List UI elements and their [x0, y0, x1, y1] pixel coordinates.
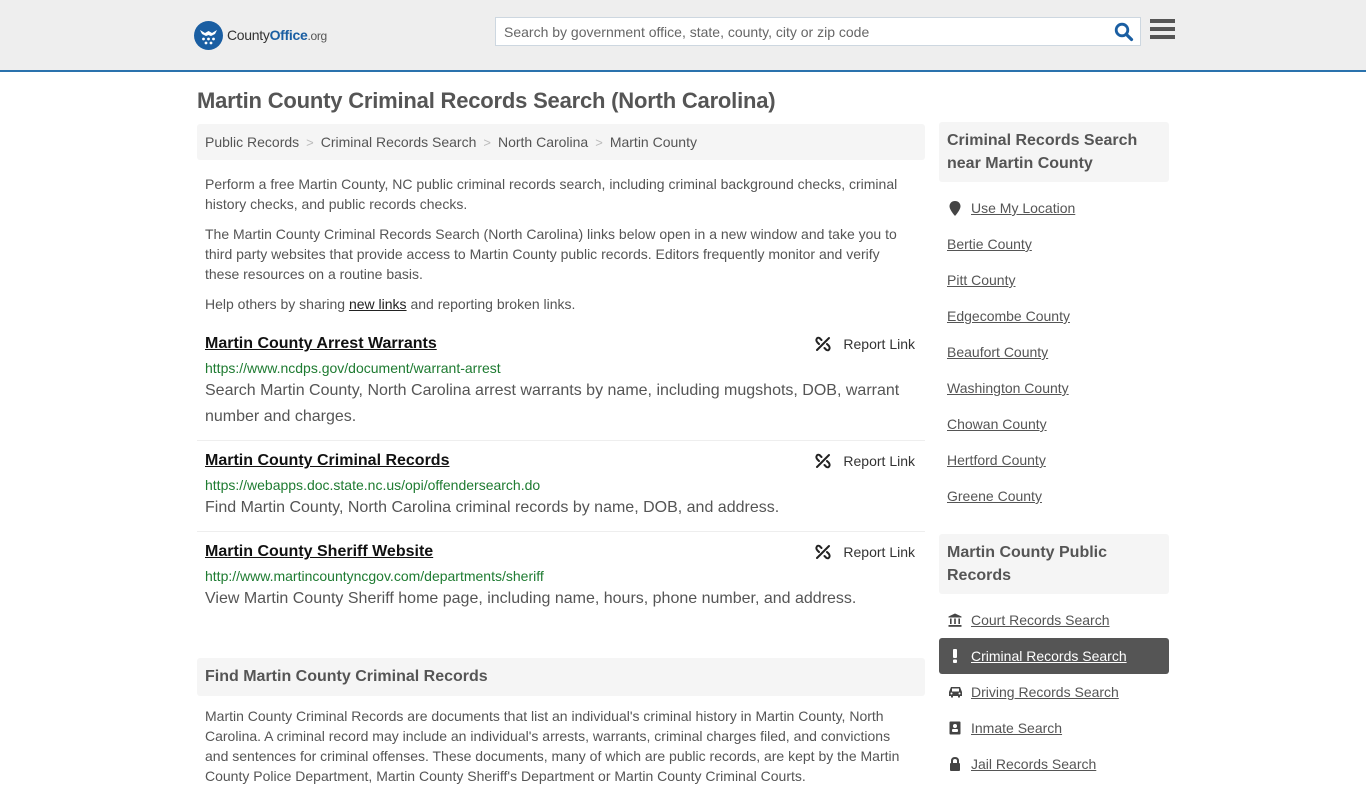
criminal-records-search-link[interactable]: Criminal Records Search — [939, 638, 1169, 674]
find-records-heading: Find Martin County Criminal Records — [197, 658, 925, 696]
exclamation-icon — [947, 649, 963, 663]
search-box — [495, 17, 1141, 46]
resource-link-item: Martin County Criminal Records Report Li… — [197, 441, 925, 532]
car-icon — [947, 686, 963, 698]
intro-text: Perform a free Martin County, NC public … — [197, 160, 925, 314]
logo-prefix: County — [227, 27, 270, 43]
courthouse-icon — [947, 613, 963, 627]
public-records-heading: Martin County Public Records — [939, 534, 1169, 594]
breadcrumb-criminal-records-search[interactable]: Criminal Records Search — [321, 134, 477, 150]
report-link-button[interactable]: Report Link — [815, 336, 915, 352]
report-link-label: Report Link — [843, 336, 915, 352]
resource-link-url[interactable]: https://www.ncdps.gov/document/warrant-a… — [205, 358, 917, 378]
logo-suffix: .org — [307, 29, 327, 43]
nearby-heading: Criminal Records Search near Martin Coun… — [939, 122, 1169, 182]
use-my-location-label: Use My Location — [971, 200, 1076, 216]
resource-link-title[interactable]: Martin County Sheriff Website — [205, 542, 433, 562]
resource-link-description: View Martin County Sheriff home page, in… — [205, 590, 857, 607]
breadcrumb: Public Records > Criminal Records Search… — [197, 124, 925, 160]
logo-main: Office — [269, 27, 308, 43]
resource-link-item: Martin County Arrest Warrants Report Lin… — [197, 324, 925, 441]
criminal-records-search-label: Criminal Records Search — [971, 648, 1127, 664]
report-link-button[interactable]: Report Link — [815, 544, 915, 560]
resource-link-description: Search Martin County, North Carolina arr… — [205, 382, 900, 425]
sidebar: Criminal Records Search near Martin Coun… — [939, 122, 1169, 782]
intro-paragraph-1: Perform a free Martin County, NC public … — [205, 176, 898, 212]
resource-link-title[interactable]: Martin County Arrest Warrants — [205, 334, 437, 354]
search-icon[interactable] — [1114, 22, 1134, 42]
site-header: CountyOffice.org — [0, 0, 1366, 72]
nearby-county-link[interactable]: Washington County — [939, 370, 1169, 406]
broken-link-icon — [815, 544, 832, 560]
resource-link-title[interactable]: Martin County Criminal Records — [205, 451, 449, 471]
jail-records-search-label: Jail Records Search — [971, 756, 1097, 772]
breadcrumb-separator-icon: > — [306, 134, 314, 150]
breadcrumb-north-carolina[interactable]: North Carolina — [498, 134, 588, 150]
breadcrumb-separator-icon: > — [595, 134, 603, 150]
driving-records-search-label: Driving Records Search — [971, 684, 1119, 700]
report-link-button[interactable]: Report Link — [815, 453, 915, 469]
eagle-stars-logo-icon — [194, 20, 223, 50]
site-logo[interactable]: CountyOffice.org — [194, 20, 327, 50]
intro-text-after: and reporting broken links. — [406, 296, 576, 312]
breadcrumb-public-records[interactable]: Public Records — [205, 134, 299, 150]
nearby-county-link[interactable]: Chowan County — [939, 406, 1169, 442]
use-my-location-link[interactable]: Use My Location — [939, 190, 1169, 226]
nearby-county-link[interactable]: Greene County — [939, 478, 1169, 514]
main-content: Public Records > Criminal Records Search… — [197, 124, 925, 786]
nearby-county-link[interactable]: Bertie County — [939, 226, 1169, 262]
broken-link-icon — [815, 453, 832, 469]
intro-paragraph-3: Help others by sharing new links and rep… — [205, 294, 917, 314]
nearby-county-link[interactable]: Edgecombe County — [939, 298, 1169, 334]
resource-link-description: Find Martin County, North Carolina crimi… — [205, 499, 780, 516]
breadcrumb-separator-icon: > — [483, 134, 491, 150]
id-badge-icon — [947, 721, 963, 735]
map-marker-icon — [947, 200, 963, 216]
resource-links-list: Martin County Arrest Warrants Report Lin… — [197, 324, 925, 622]
nearby-county-link[interactable]: Pitt County — [939, 262, 1169, 298]
search-input[interactable] — [496, 18, 1106, 45]
inmate-search-link[interactable]: Inmate Search — [939, 710, 1169, 746]
lock-icon — [947, 757, 963, 771]
nearby-county-link[interactable]: Beaufort County — [939, 334, 1169, 370]
resource-link-url[interactable]: http://www.martincountyncgov.com/departm… — [205, 566, 917, 586]
court-records-search-label: Court Records Search — [971, 612, 1110, 628]
public-records-list: Court Records Search Criminal Records Se… — [939, 594, 1169, 782]
broken-link-icon — [815, 336, 832, 352]
breadcrumb-martin-county[interactable]: Martin County — [610, 134, 697, 150]
report-link-label: Report Link — [843, 544, 915, 560]
intro-text-before: Help others by sharing — [205, 296, 349, 312]
resource-link-item: Martin County Sheriff Website Report Lin… — [197, 532, 925, 622]
hamburger-menu-icon[interactable] — [1150, 19, 1175, 41]
report-link-label: Report Link — [843, 453, 915, 469]
nearby-county-link[interactable]: Hertford County — [939, 442, 1169, 478]
new-links-link[interactable]: new links — [349, 296, 407, 312]
driving-records-search-link[interactable]: Driving Records Search — [939, 674, 1169, 710]
inmate-search-label: Inmate Search — [971, 720, 1063, 736]
resource-link-url[interactable]: https://webapps.doc.state.nc.us/opi/offe… — [205, 475, 917, 495]
court-records-search-link[interactable]: Court Records Search — [939, 602, 1169, 638]
page-title: Martin County Criminal Records Search (N… — [197, 88, 776, 113]
logo-wordmark: CountyOffice.org — [227, 27, 327, 43]
nearby-list: Use My Location Bertie County Pitt Count… — [939, 182, 1169, 514]
jail-records-search-link[interactable]: Jail Records Search — [939, 746, 1169, 782]
find-records-body: Martin County Criminal Records are docum… — [205, 708, 900, 784]
intro-paragraph-2: The Martin County Criminal Records Searc… — [205, 226, 897, 282]
